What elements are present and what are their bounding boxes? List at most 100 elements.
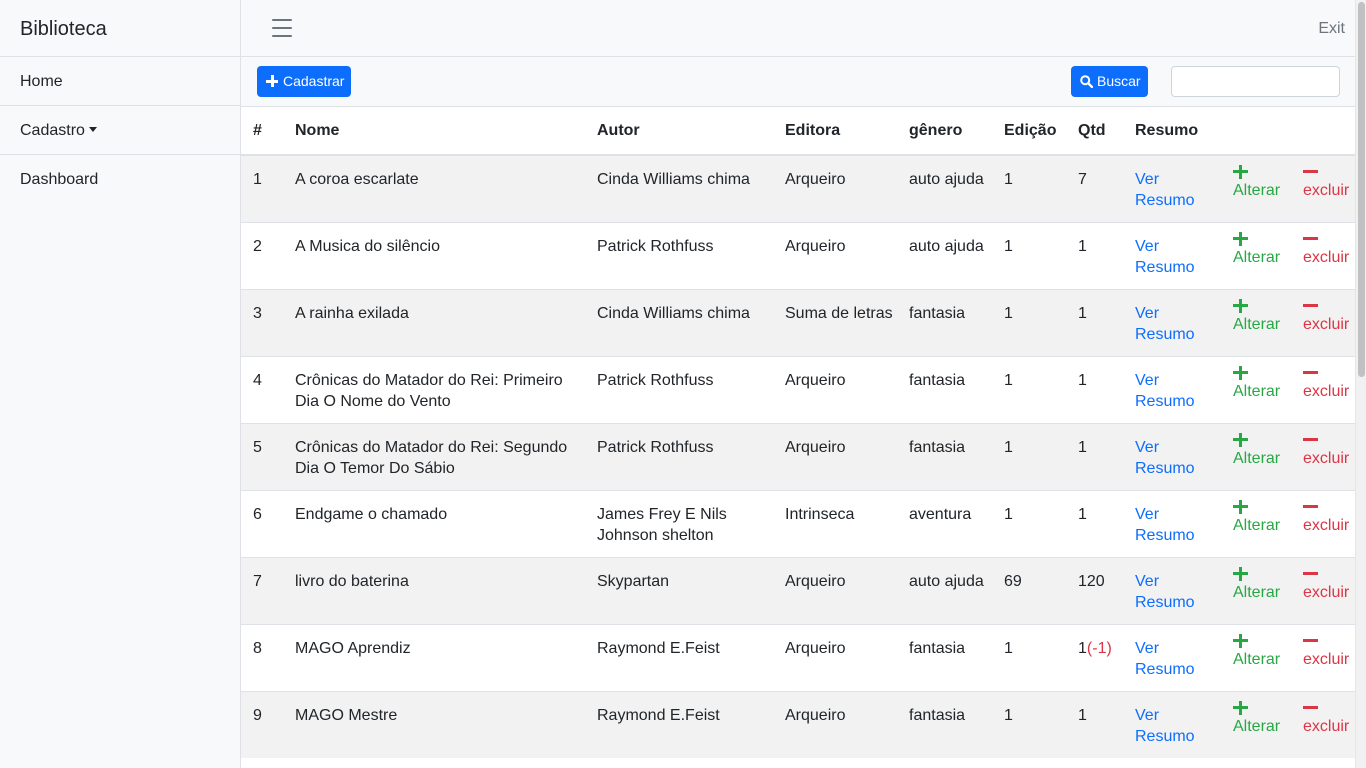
cell-nome: Endgame o chamado bbox=[283, 489, 585, 557]
alterar-label: Alterar bbox=[1233, 182, 1281, 199]
hamburger-icon[interactable] bbox=[272, 19, 292, 37]
alterar-button[interactable]: Alterar bbox=[1233, 499, 1291, 536]
cell-id: 4 bbox=[241, 355, 283, 423]
table-row: 4 Crônicas do Matador do Rei: Primeiro Di… bbox=[241, 355, 1355, 423]
ver-resumo-link[interactable]: Ver Resumo bbox=[1135, 370, 1199, 412]
alterar-button[interactable]: Alterar bbox=[1233, 231, 1291, 268]
ver-resumo-link[interactable]: Ver Resumo bbox=[1135, 437, 1199, 479]
qtd-value: 1 bbox=[1078, 706, 1087, 724]
excluir-button[interactable]: excluir bbox=[1303, 500, 1355, 536]
cell-genero: fantasia bbox=[897, 355, 992, 423]
cell-nome: A rainha exilada bbox=[283, 288, 585, 356]
sidebar-item-dashboard[interactable]: Dashboard bbox=[0, 155, 240, 204]
excluir-button[interactable]: excluir bbox=[1303, 165, 1355, 201]
alterar-button[interactable]: Alterar bbox=[1233, 700, 1291, 737]
minus-icon bbox=[1303, 165, 1355, 179]
cell-excluir: excluir bbox=[1291, 154, 1355, 222]
alterar-button[interactable]: Alterar bbox=[1233, 165, 1291, 201]
cell-id: 9 bbox=[241, 690, 283, 758]
table-header-row: # Nome Autor Editora gênero Edição Qtd R… bbox=[241, 107, 1355, 156]
header-autor: Autor bbox=[585, 107, 773, 156]
cell-qtd: 7 bbox=[1066, 154, 1123, 222]
excluir-label: excluir bbox=[1303, 650, 1350, 668]
minus-icon bbox=[1303, 299, 1355, 313]
ver-resumo-link[interactable]: Ver Resumo bbox=[1135, 504, 1199, 546]
cell-excluir: excluir bbox=[1291, 288, 1355, 356]
sidebar-item-label: Home bbox=[20, 73, 63, 90]
alterar-button[interactable]: Alterar bbox=[1233, 365, 1291, 402]
excluir-button[interactable]: excluir bbox=[1303, 232, 1355, 268]
qtd-value: 120 bbox=[1078, 572, 1105, 590]
ver-resumo-link[interactable]: Ver Resumo bbox=[1135, 705, 1199, 747]
alterar-label: Alterar bbox=[1233, 449, 1281, 467]
cell-qtd: 1 bbox=[1066, 690, 1123, 758]
cell-autor: James Frey E Nils Johnson shelton bbox=[585, 489, 773, 557]
books-table: # Nome Autor Editora gênero Edição Qtd R… bbox=[241, 107, 1355, 758]
exit-link[interactable]: Exit bbox=[1318, 20, 1345, 38]
ver-resumo-link[interactable]: Ver Resumo bbox=[1135, 303, 1199, 345]
ver-resumo-link[interactable]: Ver Resumo bbox=[1135, 169, 1199, 211]
page-scrollbar[interactable] bbox=[1355, 0, 1366, 768]
cadastrar-button[interactable]: Cadastrar bbox=[257, 66, 351, 97]
header-genero: gênero bbox=[897, 107, 992, 156]
cell-edicao: 1 bbox=[992, 221, 1066, 289]
cell-editora: Arqueiro bbox=[773, 690, 897, 758]
cell-nome: MAGO Mestre bbox=[283, 690, 585, 758]
cell-qtd: 1 bbox=[1066, 489, 1123, 557]
cell-excluir: excluir bbox=[1291, 221, 1355, 289]
alterar-button[interactable]: Alterar bbox=[1233, 432, 1291, 469]
qtd-value: 1 bbox=[1078, 639, 1087, 657]
plus-icon bbox=[1233, 365, 1291, 380]
cell-alterar: Alterar bbox=[1221, 422, 1291, 490]
cell-id: 6 bbox=[241, 489, 283, 557]
search-input[interactable] bbox=[1171, 66, 1340, 97]
excluir-button[interactable]: excluir bbox=[1303, 701, 1355, 737]
minus-icon bbox=[1303, 567, 1355, 581]
excluir-button[interactable]: excluir bbox=[1303, 433, 1355, 469]
excluir-button[interactable]: excluir bbox=[1303, 299, 1355, 335]
table-row: 5 Crônicas do Matador do Rei: Segundo Dia… bbox=[241, 422, 1355, 490]
cell-alterar: Alterar bbox=[1221, 355, 1291, 423]
cell-autor: Raymond E.Feist bbox=[585, 690, 773, 758]
ver-resumo-link[interactable]: Ver Resumo bbox=[1135, 236, 1199, 278]
plus-icon bbox=[1233, 566, 1291, 581]
cell-id: 7 bbox=[241, 556, 283, 624]
ver-resumo-link[interactable]: Ver Resumo bbox=[1135, 571, 1199, 613]
table-row: 3A rainha exilada Cinda Williams chima Sum… bbox=[241, 288, 1355, 356]
cell-alterar: Alterar bbox=[1221, 556, 1291, 624]
ver-resumo-link[interactable]: Ver Resumo bbox=[1135, 638, 1199, 680]
header-resumo: Resumo bbox=[1123, 107, 1221, 156]
excluir-button[interactable]: excluir bbox=[1303, 634, 1355, 670]
cell-autor: Raymond E.Feist bbox=[585, 623, 773, 691]
sidebar-item-home[interactable]: Home bbox=[0, 57, 240, 106]
table-row: 7 livro do baterina Skypartan Arqueiro auto … bbox=[241, 556, 1355, 624]
cell-nome: Crônicas do Matador do Rei: Primeiro Dia… bbox=[283, 355, 585, 423]
sidebar: Biblioteca Home Cadastro Dashboard bbox=[0, 0, 241, 768]
alterar-button[interactable]: Alterar bbox=[1233, 566, 1291, 603]
qtd-value: 1 bbox=[1078, 438, 1087, 456]
qtd-value: 1 bbox=[1078, 304, 1087, 322]
scrollbar-thumb[interactable] bbox=[1358, 2, 1365, 377]
sidebar-item-cadastro[interactable]: Cadastro bbox=[0, 106, 240, 155]
cell-genero: fantasia bbox=[897, 623, 992, 691]
excluir-button[interactable]: excluir bbox=[1303, 366, 1355, 402]
cell-resumo: Ver Resumo bbox=[1123, 556, 1221, 624]
minus-icon bbox=[1303, 500, 1355, 514]
cell-genero: fantasia bbox=[897, 288, 992, 356]
excluir-label: excluir bbox=[1303, 717, 1350, 735]
plus-icon bbox=[1233, 231, 1291, 246]
excluir-button[interactable]: excluir bbox=[1303, 567, 1355, 603]
alterar-button[interactable]: Alterar bbox=[1233, 298, 1291, 335]
cell-autor: Patrick Rothfuss bbox=[585, 221, 773, 289]
cell-qtd: 1(-1) bbox=[1066, 623, 1123, 691]
cadastrar-label: Cadastrar bbox=[283, 73, 345, 89]
brand-title[interactable]: Biblioteca bbox=[0, 0, 240, 57]
buscar-button[interactable]: Buscar bbox=[1071, 66, 1148, 97]
cell-edicao: 1 bbox=[992, 690, 1066, 758]
alterar-label: Alterar bbox=[1233, 583, 1281, 601]
alterar-button[interactable]: Alterar bbox=[1233, 633, 1291, 670]
plus-icon bbox=[1233, 298, 1291, 313]
cell-nome: MAGO Aprendiz bbox=[283, 623, 585, 691]
cell-genero: auto ajuda bbox=[897, 154, 992, 222]
qtd-value: 1 bbox=[1078, 237, 1087, 255]
